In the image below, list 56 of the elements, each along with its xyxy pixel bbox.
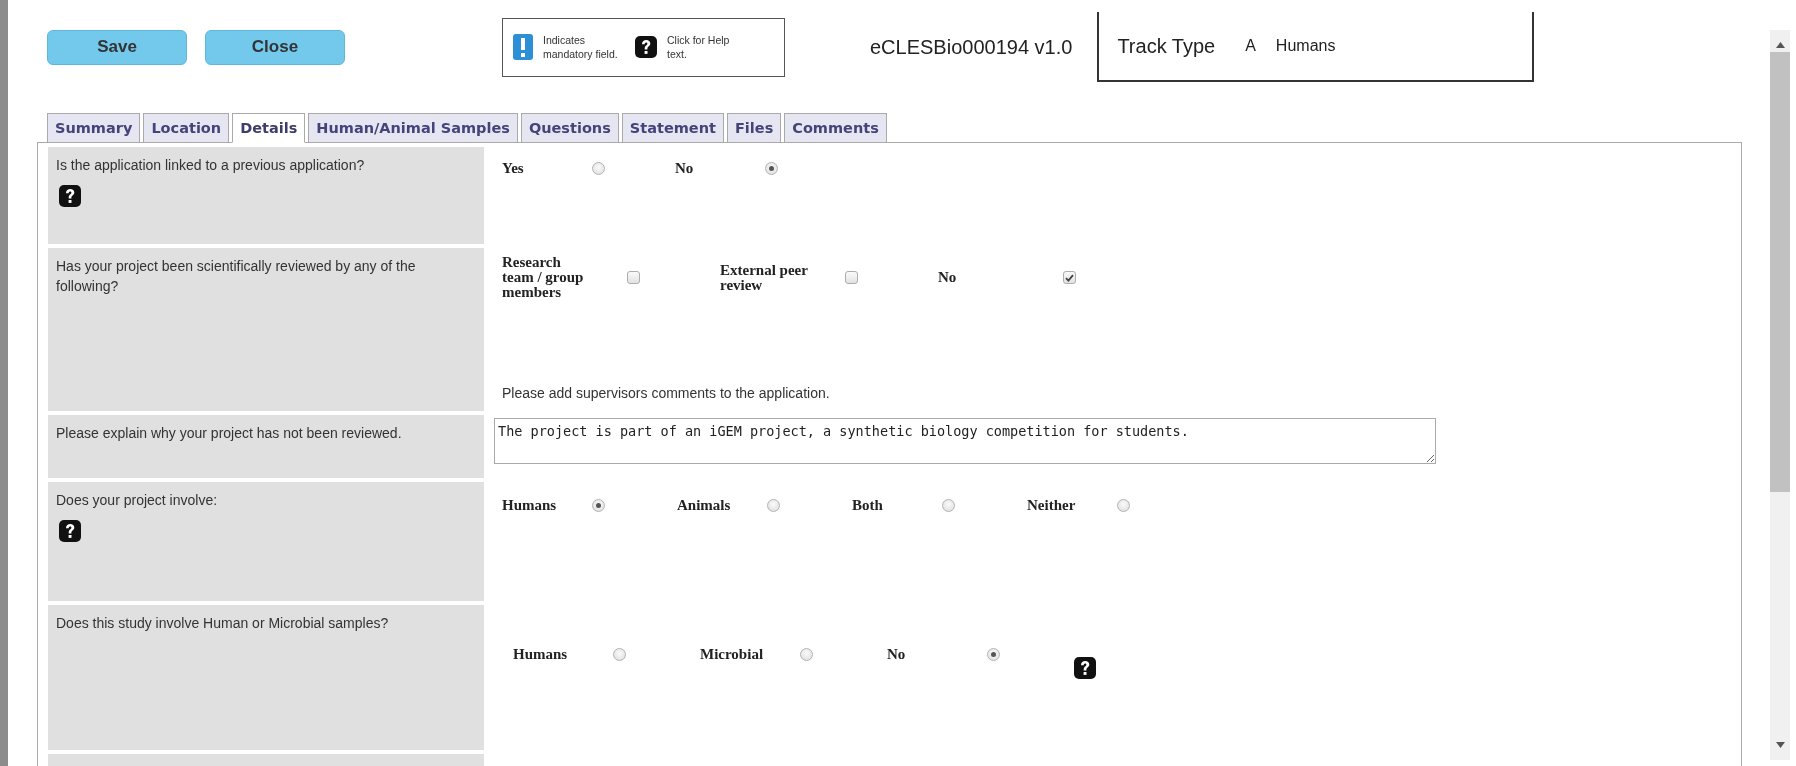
tab[interactable]: Comments — [784, 113, 887, 143]
exclamation-icon — [513, 34, 533, 60]
close-button[interactable]: Close — [205, 29, 345, 65]
save-button[interactable]: Save — [47, 29, 187, 65]
scrollbar[interactable] — [1770, 30, 1790, 760]
option-label: Neither — [1027, 498, 1077, 513]
question-text: Please explain why your project has not been reviewed. — [56, 424, 403, 443]
checkbox[interactable] — [845, 271, 858, 284]
scroll-down-icon[interactable] — [1775, 742, 1785, 748]
track-type-value: Humans — [1275, 37, 1336, 55]
radio-button[interactable] — [767, 499, 780, 512]
option-label: Humans — [502, 498, 558, 513]
help-icon[interactable] — [635, 36, 657, 58]
radio-button[interactable] — [613, 647, 626, 661]
tab[interactable]: Files — [726, 113, 782, 143]
tab[interactable]: Summary — [47, 113, 141, 143]
tab[interactable]: Statement — [621, 113, 724, 143]
question-text: Does your project involve: — [56, 491, 219, 510]
option-label: No — [938, 270, 958, 285]
track-type-label: Track Type — [1117, 34, 1216, 58]
radio-button[interactable] — [592, 499, 605, 512]
track-type-code: A — [1245, 37, 1256, 55]
radio-button[interactable] — [592, 162, 605, 175]
help-icon[interactable] — [59, 185, 81, 208]
checkbox[interactable] — [627, 271, 640, 284]
tab[interactable]: Location — [143, 113, 230, 143]
option-label: Microbial — [700, 646, 765, 662]
legend-text: Click for Help text. — [667, 32, 731, 62]
radio-button[interactable] — [800, 647, 813, 661]
checkbox[interactable] — [1063, 271, 1076, 284]
tab[interactable]: Human/Animal Samples — [308, 113, 518, 143]
option-label: No — [675, 161, 695, 176]
option-label: Animals — [677, 498, 732, 513]
option-label: Humans — [513, 646, 569, 662]
tab[interactable]: Questions — [520, 113, 619, 143]
comment-field[interactable]: The project is part of an iGEM project, a synthetic biology competition for students. — [494, 418, 1436, 464]
legend-text: Indicates mandatory field. — [543, 32, 619, 62]
help-icon[interactable] — [1074, 657, 1096, 679]
question-text: Has your project been scientifically reviewed by any of the following? — [56, 257, 417, 297]
scroll-up-icon[interactable] — [1775, 42, 1785, 48]
option-label: Research team / group members — [502, 255, 585, 300]
radio-button[interactable] — [942, 499, 955, 512]
question-text: Is the application linked to a previous application? — [56, 156, 366, 175]
radio-button[interactable] — [765, 162, 778, 175]
scrollbar-thumb[interactable] — [1770, 52, 1790, 492]
option-label: Yes — [502, 161, 525, 176]
radio-button[interactable] — [987, 647, 1000, 661]
help-icon[interactable] — [59, 520, 81, 543]
tab[interactable]: Details — [232, 113, 306, 143]
option-label: Both — [852, 498, 884, 513]
note-text: Please add supervisors comments to the application. — [502, 385, 831, 401]
record-id: eCLESBio000194 v1.0 — [870, 35, 1073, 59]
option-label: External peer review — [720, 262, 809, 293]
question-text: Does this study involve Human or Microbial samples? — [56, 614, 390, 633]
option-label: No — [887, 646, 907, 662]
radio-button[interactable] — [1117, 499, 1130, 512]
